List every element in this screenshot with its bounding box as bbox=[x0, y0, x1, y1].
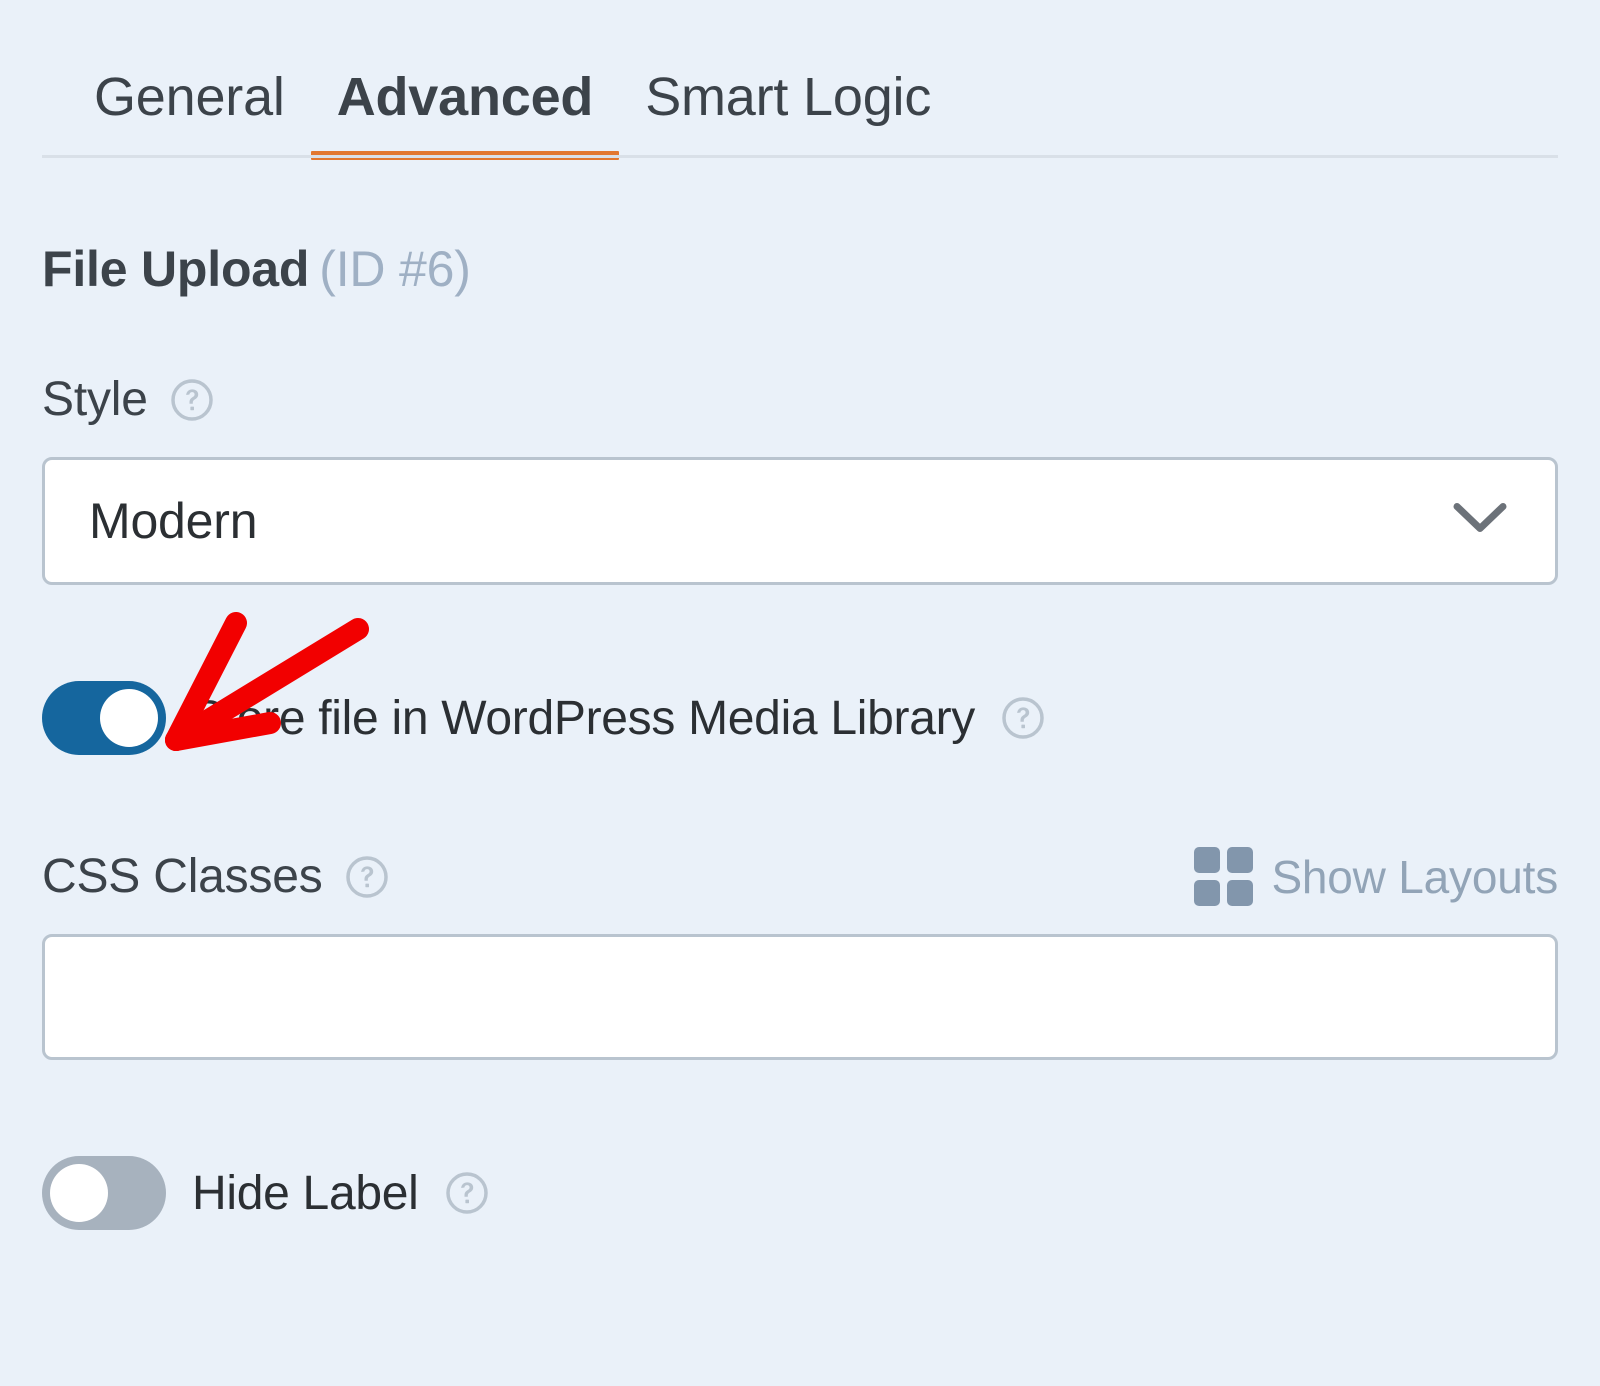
css-classes-input[interactable] bbox=[42, 934, 1558, 1060]
help-circle-icon[interactable] bbox=[1001, 696, 1045, 740]
field-id: (ID #6) bbox=[319, 241, 471, 297]
style-label-row: Style bbox=[42, 372, 1558, 427]
tab-smart-logic-label: Smart Logic bbox=[645, 67, 932, 127]
help-circle-icon[interactable] bbox=[170, 378, 214, 422]
style-select-value: Modern bbox=[89, 493, 258, 549]
style-select[interactable]: Modern bbox=[42, 457, 1558, 585]
settings-tabs: General Advanced Smart Logic bbox=[42, 0, 1558, 162]
tab-general[interactable]: General bbox=[42, 70, 311, 160]
tab-advanced-label: Advanced bbox=[336, 67, 594, 127]
css-classes-label: CSS Classes bbox=[42, 850, 323, 903]
grid-2x2-icon bbox=[1194, 847, 1254, 906]
toggle-knob bbox=[100, 689, 158, 747]
hide-label-row: Hide Label bbox=[42, 1156, 1558, 1230]
tab-smart-logic[interactable]: Smart Logic bbox=[619, 70, 957, 160]
style-label: Style bbox=[42, 373, 148, 426]
chevron-down-icon bbox=[1453, 502, 1507, 541]
tabs-divider bbox=[42, 155, 1558, 158]
advanced-settings-panel: File Upload (ID #6) Style Modern Store fi… bbox=[42, 162, 1558, 1230]
help-circle-icon[interactable] bbox=[445, 1171, 489, 1215]
hide-label-toggle[interactable] bbox=[42, 1156, 166, 1230]
show-layouts-button[interactable]: Show Layouts bbox=[1194, 847, 1558, 906]
field-name: File Upload bbox=[42, 241, 310, 297]
store-file-in-media-library-toggle[interactable] bbox=[42, 681, 166, 755]
tab-advanced[interactable]: Advanced bbox=[310, 67, 620, 160]
toggle-knob bbox=[50, 1164, 108, 1222]
store-file-in-media-library-label: Store file in WordPress Media Library bbox=[192, 691, 975, 745]
store-file-in-media-library-row: Store file in WordPress Media Library bbox=[42, 681, 1558, 755]
hide-label-label: Hide Label bbox=[192, 1166, 419, 1220]
css-classes-label-row: CSS Classes Show Layouts bbox=[42, 847, 1558, 906]
tab-general-label: General bbox=[94, 67, 285, 127]
show-layouts-label: Show Layouts bbox=[1271, 850, 1558, 903]
help-circle-icon[interactable] bbox=[345, 855, 389, 899]
page-title: File Upload (ID #6) bbox=[42, 240, 1558, 298]
tab-list: General Advanced Smart Logic bbox=[42, 0, 1558, 160]
